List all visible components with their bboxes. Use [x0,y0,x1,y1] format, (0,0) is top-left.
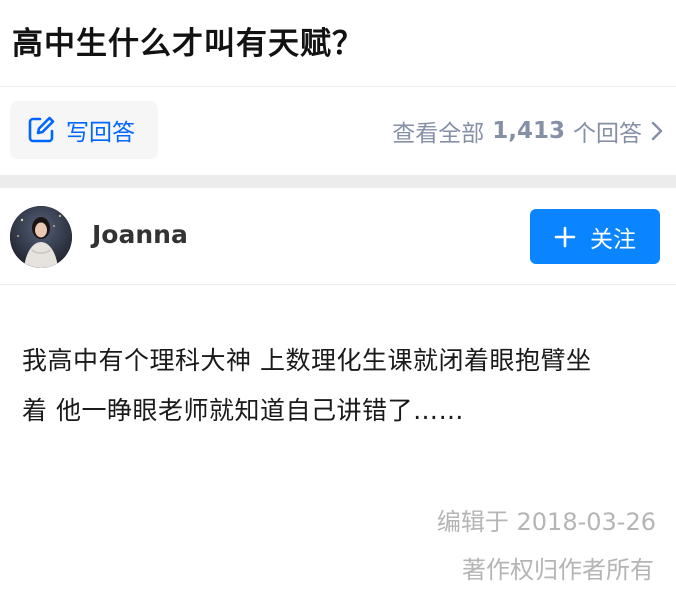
divider [0,284,676,285]
question-title: 高中生什么才叫有天赋？ [12,26,364,62]
author-name[interactable]: Joanna [92,220,188,249]
view-all-answers-link[interactable]: 查看全部 1,413 个回答 [392,114,664,148]
edit-icon [26,115,56,145]
author-row: Joanna 关注 [0,188,676,284]
edited-date: 编辑于 2018-03-26 [436,508,656,536]
write-answer-label: 写回答 [66,120,135,146]
view-all-prefix: 查看全部 [392,121,485,147]
avatar[interactable] [10,206,72,268]
answer-text-line: 我高中有个理科大神 上数理化生课就闭着眼抱臂坐 [22,346,592,375]
follow-label: 关注 [590,226,636,253]
answer-content: 我高中有个理科大神 上数理化生课就闭着眼抱臂坐 着 他一睁眼老师就知道自己讲错了… [22,336,662,436]
copyright-notice: 著作权归作者所有 [462,556,654,584]
section-separator [0,175,676,188]
answer-count: 1,413 [492,118,565,144]
plus-icon [554,226,576,248]
view-all-suffix: 个回答 [573,121,642,147]
divider [0,86,676,87]
answer-text-line: 着 他一睁眼老师就知道自己讲错了…… [22,396,464,425]
follow-button[interactable]: 关注 [530,209,660,264]
write-answer-button[interactable]: 写回答 [10,101,158,159]
action-bar: 写回答 查看全部 1,413 个回答 [0,88,676,174]
chevron-right-icon [650,120,664,142]
